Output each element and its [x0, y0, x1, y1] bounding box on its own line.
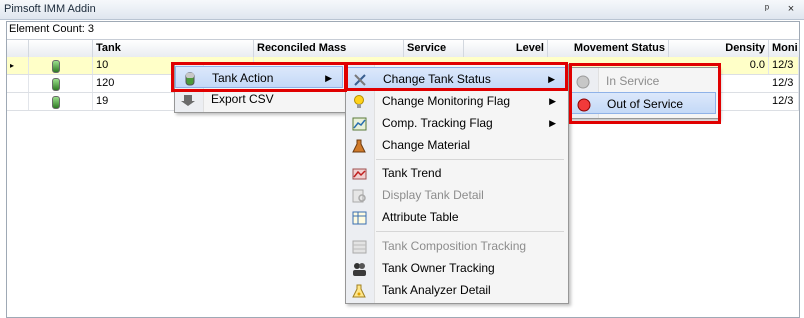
- lightbulb-icon: [352, 94, 367, 108]
- header-service[interactable]: Service: [404, 40, 464, 57]
- pin-icon[interactable]: ᵖ: [760, 2, 774, 16]
- row-indicator: [7, 75, 29, 92]
- tank-icon: [29, 57, 93, 74]
- chevron-right-icon: ▶: [549, 96, 556, 106]
- tank-icon: [29, 93, 93, 110]
- menu-item-tank-owner-tracking[interactable]: Tank Owner Tracking: [346, 257, 566, 279]
- window-titlebar: Pimsoft IMM Addin ᵖ ×: [0, 0, 804, 20]
- menu-item-change-monitoring-flag[interactable]: Change Monitoring Flag ▶: [346, 90, 566, 112]
- highlight-box-change-tank-status: [345, 62, 568, 91]
- chart-icon: [352, 116, 367, 131]
- menu-separator: [376, 231, 564, 232]
- row-indicator: ▸: [7, 57, 29, 74]
- close-icon[interactable]: ×: [784, 2, 798, 16]
- header-moni[interactable]: Moni: [769, 40, 799, 57]
- grid-header: Tank Reconciled Mass Service Level Movem…: [7, 39, 799, 58]
- window-title: Pimsoft IMM Addin: [4, 3, 96, 15]
- tank-icon: [29, 75, 93, 92]
- menu-item-tank-trend[interactable]: Tank Trend: [346, 162, 566, 184]
- element-count: Element Count: 3: [9, 23, 94, 35]
- moni-value: 12/3: [769, 75, 799, 92]
- menu-item-comp-tracking-flag[interactable]: Comp. Tracking Flag ▶: [346, 112, 566, 134]
- composition-icon: [352, 239, 367, 254]
- header-tank[interactable]: Tank: [93, 40, 254, 57]
- menu-item-display-tank-detail[interactable]: Display Tank Detail: [346, 184, 566, 206]
- header-icon: [29, 40, 93, 57]
- moni-value: 12/3: [769, 93, 799, 110]
- table-icon: [352, 210, 367, 225]
- moni-value: 12/3: [769, 57, 799, 74]
- row-indicator: [7, 93, 29, 110]
- export-icon: [181, 92, 196, 106]
- header-indicator: [7, 40, 29, 57]
- header-density[interactable]: Density: [669, 40, 769, 57]
- menu-item-tank-composition-tracking[interactable]: Tank Composition Tracking: [346, 235, 566, 257]
- tank-action-submenu: Change Tank Status ▶ Change Monitoring F…: [345, 64, 569, 304]
- flask-icon: [352, 138, 367, 153]
- highlight-box-status-menu: [569, 63, 721, 124]
- menu-item-change-material[interactable]: Change Material: [346, 134, 566, 156]
- chevron-right-icon: ▶: [549, 118, 556, 128]
- highlight-box-tank-action: [171, 62, 347, 92]
- menu-separator: [376, 159, 564, 160]
- beaker-icon: [352, 283, 367, 298]
- header-movement-status[interactable]: Movement Status: [548, 40, 669, 57]
- people-icon: [352, 261, 367, 276]
- header-reconciled-mass[interactable]: Reconciled Mass: [254, 40, 404, 57]
- header-level[interactable]: Level: [464, 40, 548, 57]
- trend-icon: [352, 166, 367, 180]
- detail-icon: [352, 188, 367, 203]
- menu-item-tank-analyzer-detail[interactable]: Tank Analyzer Detail: [346, 279, 566, 301]
- menu-item-attribute-table[interactable]: Attribute Table: [346, 206, 566, 228]
